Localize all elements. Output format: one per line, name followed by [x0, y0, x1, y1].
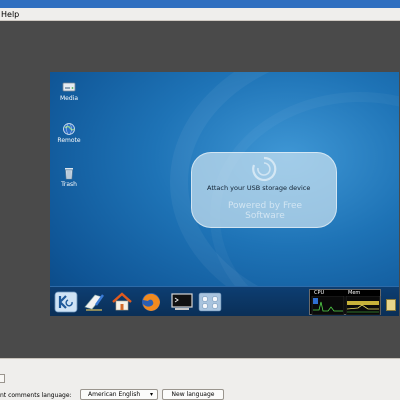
trash-icon [65, 168, 73, 180]
desktop-icon-label: Trash [61, 181, 77, 188]
terminal-icon [171, 293, 193, 310]
home-folder-launcher[interactable] [110, 291, 134, 313]
desktop-icon-remote[interactable]: Remote [51, 122, 87, 144]
comments-language-label: nt comments language: [0, 392, 72, 399]
home-folder-icon [112, 292, 132, 311]
system-monitor-applet[interactable]: CPU Mem [309, 289, 381, 316]
usb-notification[interactable]: Attach your USB storage device Powered b… [191, 152, 337, 228]
menu-bar: Help [0, 8, 400, 21]
small-button[interactable] [0, 374, 5, 383]
network-launcher[interactable] [198, 291, 222, 313]
system-monitor-graph [311, 296, 381, 316]
window-titlebar [0, 0, 400, 8]
chevron-down-icon: ▾ [149, 391, 153, 398]
desktop-icon-media[interactable]: Media [51, 80, 87, 102]
desktop-icon-trash[interactable]: Trash [51, 166, 87, 188]
desktop-icon-label: Media [59, 95, 79, 102]
kde-panel: CPU Mem [50, 286, 399, 316]
drive-icon [62, 82, 76, 92]
globe-icon [63, 123, 75, 135]
notification-message: Attach your USB storage device [207, 184, 311, 192]
menu-help[interactable]: Help [1, 10, 19, 19]
bottom-toolbar: nt comments language: American English ▾… [0, 358, 400, 400]
comments-language-select[interactable]: American English ▾ [80, 389, 158, 400]
desktop-icon-label: Remote [57, 137, 81, 144]
firefox-launcher[interactable] [139, 291, 163, 313]
kde-swirl-watermark [252, 156, 277, 182]
text-editor-launcher[interactable] [82, 291, 106, 313]
firefox-icon [142, 293, 160, 311]
text-editor-icon [84, 294, 104, 311]
comments-language-value: American English [88, 391, 141, 398]
terminal-launcher[interactable] [170, 291, 194, 313]
powered-by-watermark: Powered by Free Software [227, 201, 303, 221]
network-icon [198, 292, 222, 312]
desktop-preview: Media Remote Trash Attach your USB stora… [50, 72, 399, 316]
tray-clipboard-icon[interactable] [386, 299, 396, 311]
kde-menu-icon [54, 291, 78, 313]
kde-menu-button[interactable] [54, 291, 78, 313]
new-language-button[interactable]: New language [162, 389, 224, 400]
